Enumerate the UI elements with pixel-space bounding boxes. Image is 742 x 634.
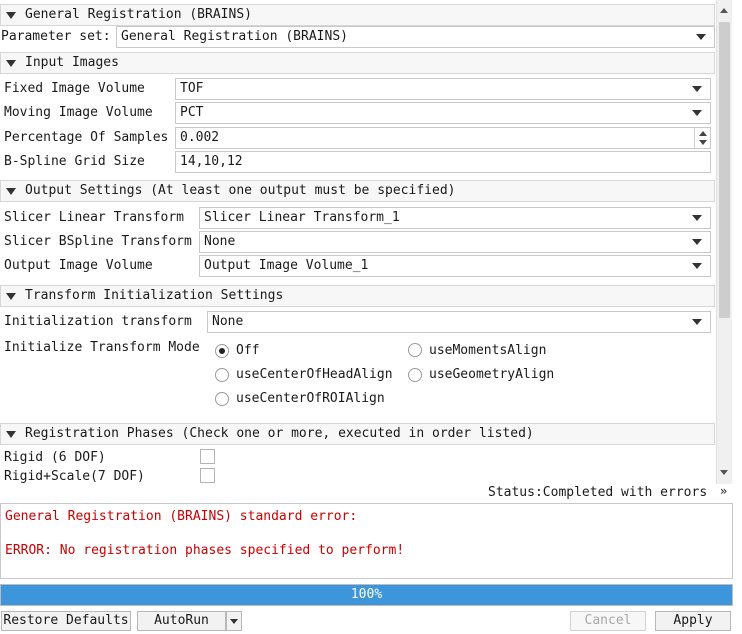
- spin-down-icon[interactable]: [699, 140, 707, 145]
- autorun-menu-button[interactable]: [226, 611, 242, 631]
- moving-image-value: PCT: [180, 105, 204, 120]
- module-header[interactable]: General Registration (BRAINS): [0, 4, 715, 26]
- input-images-header[interactable]: Input Images: [0, 52, 715, 74]
- collapse-arrow-icon[interactable]: [6, 12, 16, 19]
- phase-row-clip: Rigid+Scale(7 DOF): [0, 466, 716, 484]
- linear-transform-combobox[interactable]: Slicer Linear Transform_1: [199, 207, 711, 229]
- autorun-button[interactable]: AutoRun: [137, 611, 226, 631]
- section-title: Transform Initialization Settings: [25, 288, 284, 303]
- collapse-arrow-icon[interactable]: [6, 60, 16, 67]
- chevron-down-icon: [692, 263, 702, 269]
- status-text: Status:Completed with errors: [488, 485, 708, 500]
- vertical-scrollbar[interactable]: [716, 0, 732, 484]
- output-volume-combobox[interactable]: Output Image Volume_1: [199, 255, 711, 277]
- grid-size-value: 14,10,12: [180, 154, 243, 169]
- output-volume-label: Output Image Volume: [4, 258, 153, 273]
- bspline-transform-value: None: [204, 234, 236, 249]
- radio-center-of-roi-align-label: useCenterOfROIAlign: [236, 391, 385, 406]
- parameter-set-value: General Registration (BRAINS): [121, 29, 348, 44]
- fixed-image-combobox[interactable]: TOF: [175, 78, 711, 100]
- error-line-1: General Registration (BRAINS) standard e…: [5, 509, 358, 524]
- radio-moments-align-label: useMomentsAlign: [429, 343, 547, 358]
- transform-init-header[interactable]: Transform Initialization Settings: [0, 285, 715, 307]
- fixed-image-label: Fixed Image Volume: [4, 81, 145, 96]
- section-title: Input Images: [25, 55, 119, 70]
- collapse-arrow-icon[interactable]: [6, 293, 16, 300]
- init-transform-label: Initialization transform: [4, 314, 192, 329]
- section-title: Registration Phases (Check one or more, …: [25, 426, 534, 441]
- restore-defaults-button[interactable]: Restore Defaults: [1, 611, 131, 631]
- radio-center-of-roi-align[interactable]: [215, 392, 229, 406]
- scroll-up-icon[interactable]: [720, 8, 728, 13]
- moving-image-combobox[interactable]: PCT: [175, 102, 711, 124]
- parameter-set-label: Parameter set:: [1, 29, 111, 44]
- chevron-down-icon: [692, 215, 702, 221]
- init-mode-label: Initialize Transform Mode: [4, 340, 200, 355]
- radio-center-of-head-align-label: useCenterOfHeadAlign: [236, 367, 393, 382]
- phase-rigid-label: Rigid (6 DOF): [4, 450, 106, 465]
- cancel-button[interactable]: Cancel: [570, 611, 646, 631]
- samples-value: 0.002: [180, 130, 220, 145]
- double-chevron-down-icon[interactable]: »: [720, 482, 727, 500]
- fixed-image-value: TOF: [180, 81, 204, 96]
- linear-transform-value: Slicer Linear Transform_1: [204, 210, 400, 225]
- chevron-down-icon: [692, 319, 702, 325]
- collapse-arrow-icon[interactable]: [6, 431, 16, 438]
- init-transform-combobox[interactable]: None: [207, 311, 711, 333]
- phase-rigid-checkbox[interactable]: [200, 449, 215, 464]
- moving-image-label: Moving Image Volume: [4, 105, 153, 120]
- samples-spinbox[interactable]: 0.002: [175, 127, 711, 149]
- chevron-down-icon: [692, 239, 702, 245]
- bspline-transform-combobox[interactable]: None: [199, 231, 711, 253]
- output-settings-header[interactable]: Output Settings (At least one output mus…: [0, 180, 715, 202]
- radio-off-label: Off: [236, 343, 260, 358]
- scrollbar-thumb[interactable]: [719, 22, 730, 318]
- section-title: Output Settings (At least one output mus…: [25, 183, 456, 198]
- phase-rigid-scale-checkbox[interactable]: [200, 468, 215, 483]
- radio-geometry-align[interactable]: [408, 368, 422, 382]
- progress-bar: 100%: [0, 584, 733, 606]
- chevron-down-icon: [692, 110, 702, 116]
- grid-size-label: B-Spline Grid Size: [4, 154, 145, 169]
- chevron-down-icon: [230, 619, 238, 624]
- radio-center-of-head-align[interactable]: [215, 368, 229, 382]
- chevron-down-icon: [696, 34, 706, 40]
- registration-phases-header[interactable]: Registration Phases (Check one or more, …: [0, 423, 715, 445]
- samples-label: Percentage Of Samples: [4, 130, 169, 145]
- error-log[interactable]: General Registration (BRAINS) standard e…: [0, 503, 733, 579]
- error-line-2: ERROR: No registration phases specified …: [5, 543, 405, 558]
- chevron-down-icon: [692, 86, 702, 92]
- collapse-arrow-icon[interactable]: [6, 188, 16, 195]
- grid-size-input[interactable]: 14,10,12: [175, 151, 711, 173]
- spin-buttons[interactable]: [694, 128, 710, 148]
- output-volume-value: Output Image Volume_1: [204, 258, 369, 273]
- phase-rigid-scale-label: Rigid+Scale(7 DOF): [4, 469, 145, 484]
- linear-transform-label: Slicer Linear Transform: [4, 210, 185, 225]
- bspline-transform-label: Slicer BSpline Transform: [4, 234, 192, 249]
- module-title: General Registration (BRAINS): [25, 7, 252, 22]
- radio-off[interactable]: [215, 344, 229, 358]
- parameter-set-combobox[interactable]: General Registration (BRAINS): [116, 26, 715, 48]
- radio-geometry-align-label: useGeometryAlign: [429, 367, 555, 382]
- progress-text: 100%: [350, 587, 383, 602]
- spin-up-icon[interactable]: [699, 131, 707, 136]
- scroll-down-icon[interactable]: [720, 470, 728, 475]
- apply-button[interactable]: Apply: [655, 611, 731, 631]
- init-transform-value: None: [212, 314, 244, 329]
- radio-moments-align[interactable]: [408, 343, 422, 357]
